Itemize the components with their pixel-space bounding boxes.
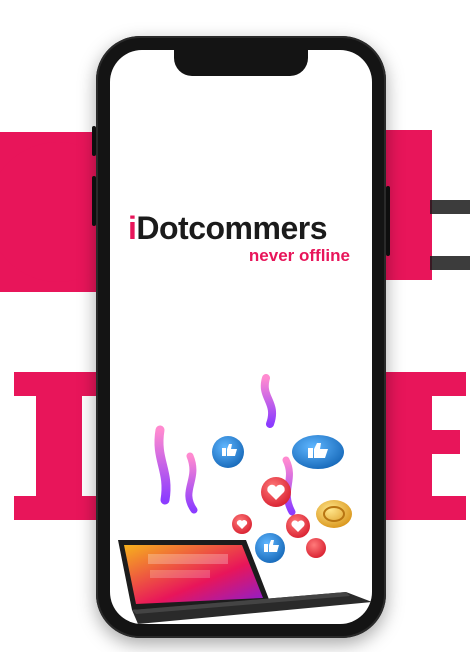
heart-icon [306, 538, 326, 558]
heart-icon [232, 514, 252, 534]
ribbon-shape [185, 452, 198, 514]
like-icon [212, 436, 244, 468]
heart-icon [286, 514, 310, 538]
hero-illustration: iDotcommers never offline [0, 0, 476, 652]
phone-notch [174, 50, 308, 76]
phone-side-button [386, 186, 390, 256]
coin-icon [316, 500, 352, 528]
brand-logo: iDotcommers never offline [128, 210, 354, 266]
phone-side-button [92, 176, 96, 226]
brand-name-rest: Dotcommers [136, 210, 327, 246]
like-icon [292, 435, 344, 469]
laptop-icon [118, 540, 372, 624]
phone-mockup: iDotcommers never offline [92, 36, 390, 638]
brand-name: iDotcommers [128, 210, 354, 246]
social-media-illustration [118, 374, 372, 624]
heart-icon [261, 477, 291, 507]
brand-tagline: never offline [248, 246, 350, 265]
ribbon-shape [260, 374, 276, 428]
ribbon-shape [154, 425, 171, 505]
like-icon [255, 533, 285, 563]
phone-side-button [92, 126, 96, 156]
phone-screen: iDotcommers never offline [110, 50, 372, 624]
